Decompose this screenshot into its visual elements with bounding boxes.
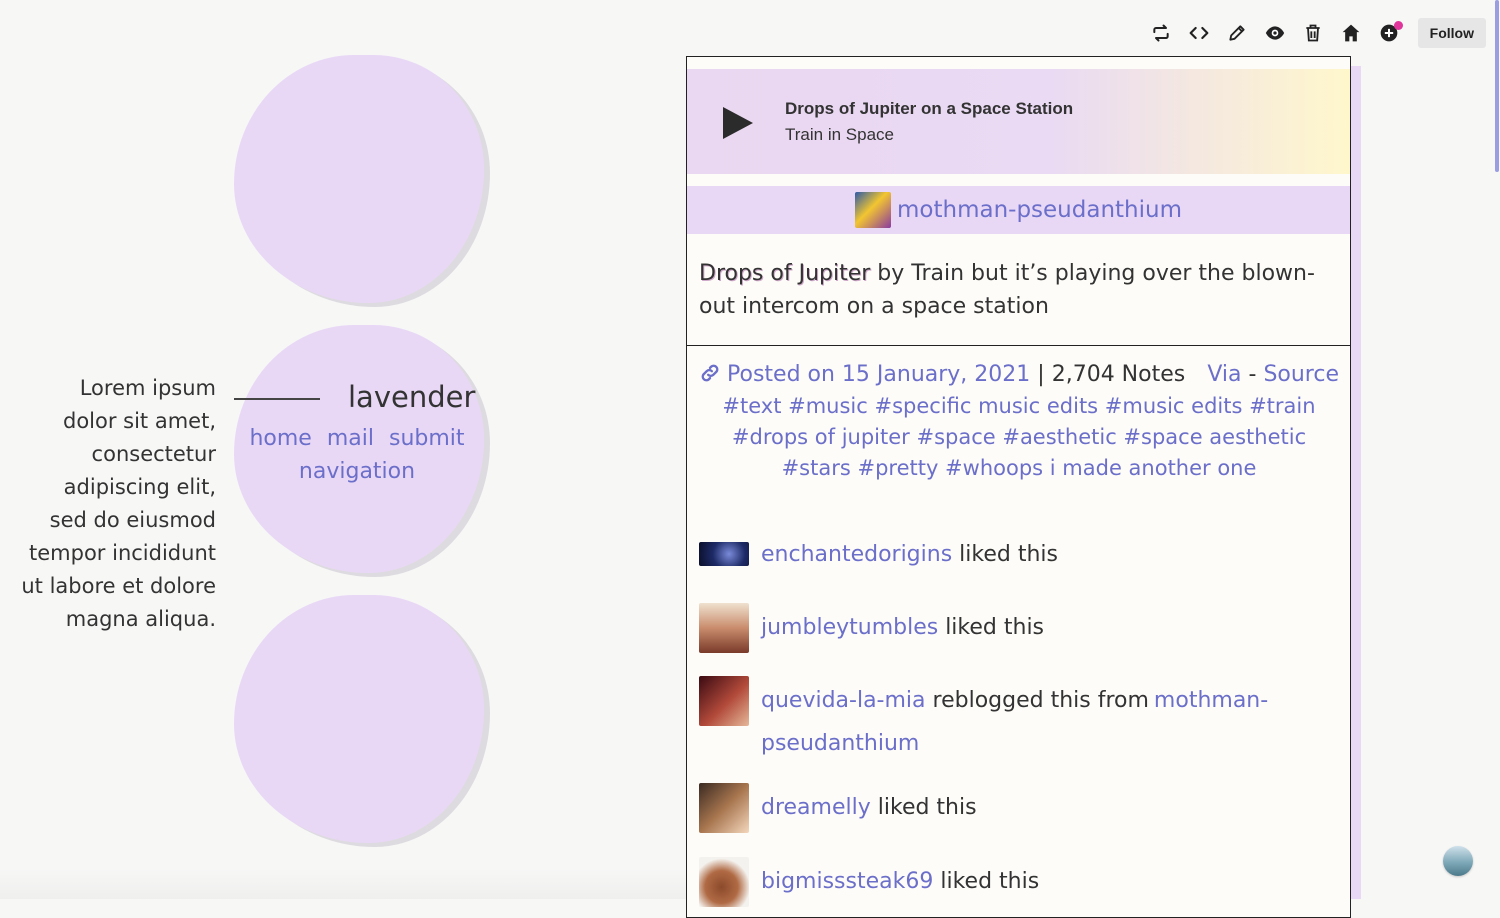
scrollbar-thumb[interactable] bbox=[1495, 0, 1499, 172]
note-avatar[interactable] bbox=[699, 783, 749, 833]
note-avatar[interactable] bbox=[699, 857, 749, 907]
decorative-blob-top bbox=[234, 55, 484, 303]
source-link[interactable]: Source bbox=[1263, 362, 1339, 387]
track-title: Drops of Jupiter on a Space Station bbox=[785, 99, 1074, 118]
permalink-icon[interactable] bbox=[699, 362, 721, 384]
note-avatar[interactable] bbox=[699, 676, 749, 726]
post-caption: Drops of Jupiter by Train but it’s playi… bbox=[699, 257, 1329, 323]
play-icon[interactable] bbox=[721, 105, 755, 141]
via-link[interactable]: Via bbox=[1207, 362, 1241, 387]
note-user-link[interactable]: jumbleytumbles bbox=[761, 615, 938, 640]
sidebar-description: Lorem ipsum dolor sit amet, consectetur … bbox=[21, 376, 216, 631]
page-scrollbar[interactable] bbox=[1494, 0, 1500, 899]
decorative-blob-bottom bbox=[234, 595, 484, 843]
messages-icon[interactable] bbox=[1370, 18, 1408, 48]
note-action: liked this bbox=[938, 615, 1045, 640]
post-card: Drops of Jupiter on a Space Station Trai… bbox=[686, 56, 1351, 918]
post-shadow bbox=[1351, 66, 1361, 899]
nav-home-link[interactable]: home bbox=[249, 426, 311, 451]
posted-date-link[interactable]: Posted on 15 January, 2021 bbox=[727, 362, 1030, 387]
eye-icon[interactable] bbox=[1256, 18, 1294, 48]
author-avatar[interactable] bbox=[855, 192, 891, 228]
note-item: quevida-la-mia reblogged this from mothm… bbox=[699, 676, 1339, 756]
note-action: liked this bbox=[952, 542, 1058, 567]
post-tags[interactable]: #text #music #specific music edits #musi… bbox=[699, 391, 1339, 484]
title-divider-line bbox=[234, 398, 320, 400]
caption-song-title: Drops of Jupiter bbox=[699, 261, 871, 286]
note-action: liked this bbox=[933, 869, 1040, 894]
nav-submit-link[interactable]: submit bbox=[389, 426, 465, 451]
note-avatar[interactable] bbox=[699, 542, 749, 566]
post-divider bbox=[687, 345, 1350, 346]
note-item: enchantedorigins liked this bbox=[699, 533, 1339, 576]
reblog-icon[interactable] bbox=[1142, 18, 1180, 48]
post-author-bar: mothman-pseudanthium bbox=[687, 186, 1350, 234]
nav-mail-link[interactable]: mail bbox=[327, 426, 374, 451]
sidebar-nav: home mail submit navigation bbox=[244, 422, 470, 488]
post-meta: Posted on 15 January, 2021 | 2,704 Notes… bbox=[699, 359, 1339, 391]
author-link[interactable]: mothman-pseudanthium bbox=[897, 197, 1182, 223]
edit-icon[interactable] bbox=[1218, 18, 1256, 48]
globe-icon[interactable] bbox=[1443, 846, 1473, 876]
tumblr-controls: Follow bbox=[1142, 18, 1486, 48]
meta-separator: | bbox=[1030, 362, 1052, 387]
note-item: dreamelly liked this bbox=[699, 783, 1339, 833]
note-item: bigmisssteak69 liked this bbox=[699, 857, 1339, 907]
follow-button[interactable]: Follow bbox=[1417, 18, 1486, 48]
note-user-link[interactable]: bigmisssteak69 bbox=[761, 869, 933, 894]
note-user-link[interactable]: enchantedorigins bbox=[761, 542, 952, 567]
notification-dot bbox=[1393, 21, 1403, 30]
note-action: reblogged this from bbox=[925, 688, 1156, 713]
note-item: jumbleytumbles liked this bbox=[699, 603, 1339, 653]
via-source-dash: - bbox=[1241, 362, 1264, 387]
bottom-fade bbox=[0, 869, 686, 899]
track-artist: Train in Space bbox=[785, 125, 894, 144]
note-user-link[interactable]: dreamelly bbox=[761, 795, 871, 820]
site-title: lavender bbox=[348, 380, 476, 414]
embed-icon[interactable] bbox=[1180, 18, 1218, 48]
note-avatar[interactable] bbox=[699, 603, 749, 653]
notes-count: 2,704 Notes bbox=[1051, 362, 1186, 387]
note-action: liked this bbox=[870, 795, 977, 820]
note-user-link[interactable]: quevida-la-mia bbox=[761, 688, 926, 713]
trash-icon[interactable] bbox=[1294, 18, 1332, 48]
home-icon[interactable] bbox=[1332, 18, 1370, 48]
nav-navigation-link[interactable]: navigation bbox=[299, 459, 415, 484]
audio-player: Drops of Jupiter on a Space Station Trai… bbox=[687, 69, 1350, 174]
via-source: Via - Source bbox=[1207, 359, 1339, 391]
